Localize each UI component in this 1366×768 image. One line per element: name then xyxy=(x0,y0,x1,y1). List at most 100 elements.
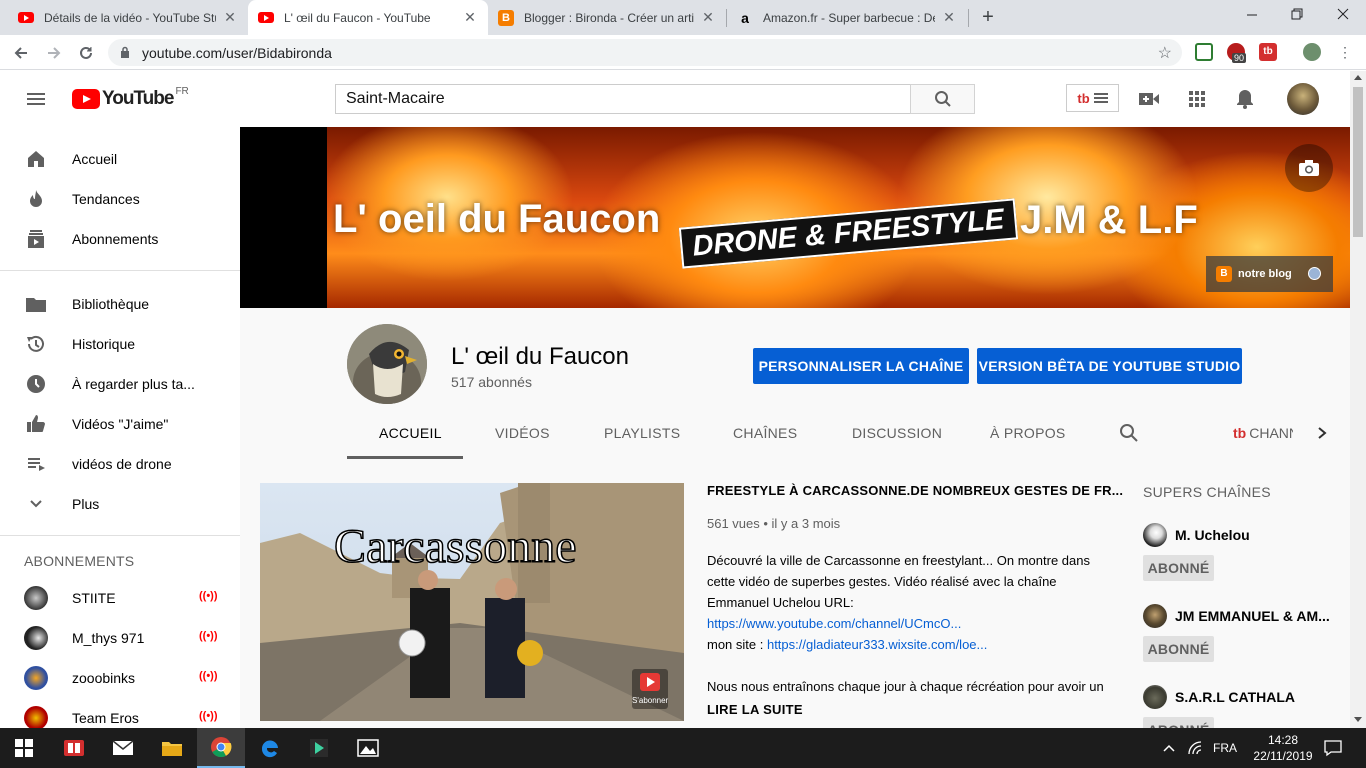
browser-tab[interactable]: Détails de la vidéo - YouTube Studio ✕ xyxy=(8,0,248,35)
website-link[interactable]: https://gladiateur333.wixsite.com/loe... xyxy=(767,637,987,652)
tubebuddy-menu-button[interactable]: tb xyxy=(1066,84,1119,112)
youtube-studio-beta-button[interactable]: VERSION BÊTA DE YOUTUBE STUDIO xyxy=(977,348,1242,384)
photos-icon[interactable] xyxy=(344,728,392,768)
sidebar-subscription-item[interactable]: M_thys 971 ((•)) xyxy=(0,618,240,658)
reader-app-icon[interactable] xyxy=(50,728,98,768)
live-indicator-icon: ((•)) xyxy=(199,630,218,642)
sidebar-divider xyxy=(0,535,240,536)
sidebar-subscription-item[interactable]: zooobinks ((•)) xyxy=(0,658,240,698)
browser-tab[interactable]: a Amazon.fr - Super barbecue : Des ✕ xyxy=(727,0,967,35)
address-bar[interactable]: youtube.com/user/Bidabironda ☆ xyxy=(108,39,1182,66)
tab-home[interactable]: ACCUEIL xyxy=(379,425,442,441)
account-avatar[interactable] xyxy=(1287,83,1319,115)
subscribed-button[interactable]: ABONNÉ xyxy=(1143,717,1214,728)
reload-icon[interactable] xyxy=(74,41,98,65)
featured-channel-avatar[interactable] xyxy=(1143,685,1167,709)
search-input[interactable]: Saint-Macaire xyxy=(335,84,911,114)
search-icon xyxy=(934,91,951,107)
close-tab-icon[interactable]: ✕ xyxy=(941,9,957,26)
mail-icon[interactable] xyxy=(99,728,147,768)
tab-videos[interactable]: VIDÉOS xyxy=(495,425,550,441)
tabs-scroll-right-icon[interactable] xyxy=(1312,422,1332,444)
forward-icon[interactable] xyxy=(42,41,66,65)
scroll-up-arrow-icon[interactable] xyxy=(1354,75,1362,80)
page-scrollbar[interactable] xyxy=(1350,71,1366,728)
sidebar-item-liked-videos[interactable]: Vidéos "J'aime" xyxy=(0,404,240,444)
featured-channel-avatar[interactable] xyxy=(1143,523,1167,547)
bookmark-star-icon[interactable]: ☆ xyxy=(1158,43,1172,63)
featured-channel-name[interactable]: JM EMMANUEL & AM... xyxy=(1175,608,1330,624)
browser-tab-active[interactable]: L' œil du Faucon - YouTube ✕ xyxy=(248,0,488,35)
close-tab-icon[interactable]: ✕ xyxy=(462,9,478,26)
sidebar-item-home[interactable]: Accueil xyxy=(0,139,240,179)
featured-video-thumbnail[interactable]: Carcassonne S'abonner xyxy=(260,483,684,721)
profile-avatar-icon[interactable] xyxy=(1303,43,1321,61)
youtube-logo[interactable]: YouTube FR xyxy=(72,86,189,110)
tb-extension-icon[interactable]: tb xyxy=(1259,43,1277,61)
live-indicator-icon: ((•)) xyxy=(199,590,218,602)
subscribed-button[interactable]: ABONNÉ xyxy=(1143,636,1214,662)
library-icon xyxy=(24,292,48,316)
youtube-masthead: YouTube FR Saint-Macaire tb xyxy=(0,71,1350,127)
edit-banner-camera-icon[interactable] xyxy=(1285,144,1333,192)
home-icon xyxy=(24,147,48,171)
youtube-icon xyxy=(18,10,34,26)
menu-kebab-icon[interactable]: ⋮ xyxy=(1338,44,1352,60)
file-explorer-icon[interactable] xyxy=(148,728,196,768)
apps-grid-icon[interactable] xyxy=(1185,87,1209,111)
channel-avatar[interactable] xyxy=(347,324,427,404)
tab-playlists[interactable]: PLAYLISTS xyxy=(604,425,680,441)
sidebar-item-playlist[interactable]: vidéos de drone xyxy=(0,444,240,484)
featured-channel-name[interactable]: S.A.R.L CATHALA xyxy=(1175,689,1295,705)
minimize-icon[interactable] xyxy=(1244,6,1260,22)
hamburger-menu-icon[interactable] xyxy=(24,87,48,111)
featured-channel-avatar[interactable] xyxy=(1143,604,1167,628)
tab-tubebuddy-channel[interactable]: tbCHANN xyxy=(1233,425,1293,441)
sidebar-item-history[interactable]: Historique xyxy=(0,324,240,364)
featured-channel-name[interactable]: M. Uchelou xyxy=(1175,527,1250,543)
sidebar-item-trending[interactable]: Tendances xyxy=(0,179,240,219)
tab-channels[interactable]: CHAÎNES xyxy=(733,425,797,441)
channel-search-icon[interactable] xyxy=(1118,422,1140,444)
sidebar-subscription-item[interactable]: Team Eros ((•)) xyxy=(0,698,240,728)
close-tab-icon[interactable]: ✕ xyxy=(700,9,716,26)
system-clock[interactable]: 14:28 22/11/2019 xyxy=(1248,732,1318,764)
scroll-down-arrow-icon[interactable] xyxy=(1354,717,1362,722)
banner-blog-link[interactable]: B notre blog xyxy=(1206,256,1333,292)
tab-about[interactable]: À PROPOS xyxy=(990,425,1066,441)
youtube-channel-link[interactable]: https://www.youtube.com/channel/UCmcO... xyxy=(707,616,961,631)
sidebar-subscription-item[interactable]: STIITE ((•)) xyxy=(0,578,240,618)
new-tab-button[interactable]: + xyxy=(978,7,998,27)
read-more-button[interactable]: LIRE LA SUITE xyxy=(707,702,803,717)
sidebar-item-subscriptions[interactable]: Abonnements xyxy=(0,219,240,259)
sidebar-item-more[interactable]: Plus xyxy=(0,484,240,524)
show-hidden-icons-chevron[interactable] xyxy=(1162,741,1176,755)
featured-channels-heading: SUPERS CHAÎNES xyxy=(1143,484,1271,500)
search-button[interactable] xyxy=(910,84,975,114)
notifications-bell-icon[interactable] xyxy=(1233,87,1257,111)
restore-icon[interactable] xyxy=(1289,6,1305,22)
scrollbar-thumb[interactable] xyxy=(1353,87,1363,237)
subscribed-button[interactable]: ABONNÉ xyxy=(1143,555,1214,581)
close-tab-icon[interactable]: ✕ xyxy=(222,9,238,26)
create-video-icon[interactable] xyxy=(1137,87,1161,111)
tab-discussion[interactable]: DISCUSSION xyxy=(852,425,942,441)
back-icon[interactable] xyxy=(9,41,33,65)
active-tab-indicator xyxy=(347,456,463,459)
featured-video-meta: 561 vues • il y a 3 mois xyxy=(707,516,841,531)
video-editor-icon[interactable] xyxy=(295,728,343,768)
windows-start-icon[interactable] xyxy=(0,728,48,768)
featured-video-title[interactable]: FREESTYLE À CARCASSONNE.DE NOMBREUX GEST… xyxy=(707,483,1123,498)
sidebar-item-library[interactable]: Bibliothèque xyxy=(0,284,240,324)
action-center-icon[interactable] xyxy=(1323,739,1343,757)
browser-tab[interactable]: B Blogger : Bironda - Créer un article ✕ xyxy=(488,0,726,35)
pocket-extension-icon[interactable] xyxy=(1195,43,1213,61)
input-language-indicator[interactable]: FRA xyxy=(1213,741,1237,755)
channel-name: L' œil du Faucon xyxy=(451,343,629,370)
chrome-icon[interactable] xyxy=(197,728,245,768)
network-wifi-icon[interactable] xyxy=(1187,740,1205,756)
customize-channel-button[interactable]: PERSONNALISER LA CHAÎNE xyxy=(753,348,969,384)
close-window-icon[interactable] xyxy=(1335,6,1351,22)
sidebar-item-watch-later[interactable]: À regarder plus ta... xyxy=(0,364,240,404)
edge-icon[interactable] xyxy=(246,728,294,768)
